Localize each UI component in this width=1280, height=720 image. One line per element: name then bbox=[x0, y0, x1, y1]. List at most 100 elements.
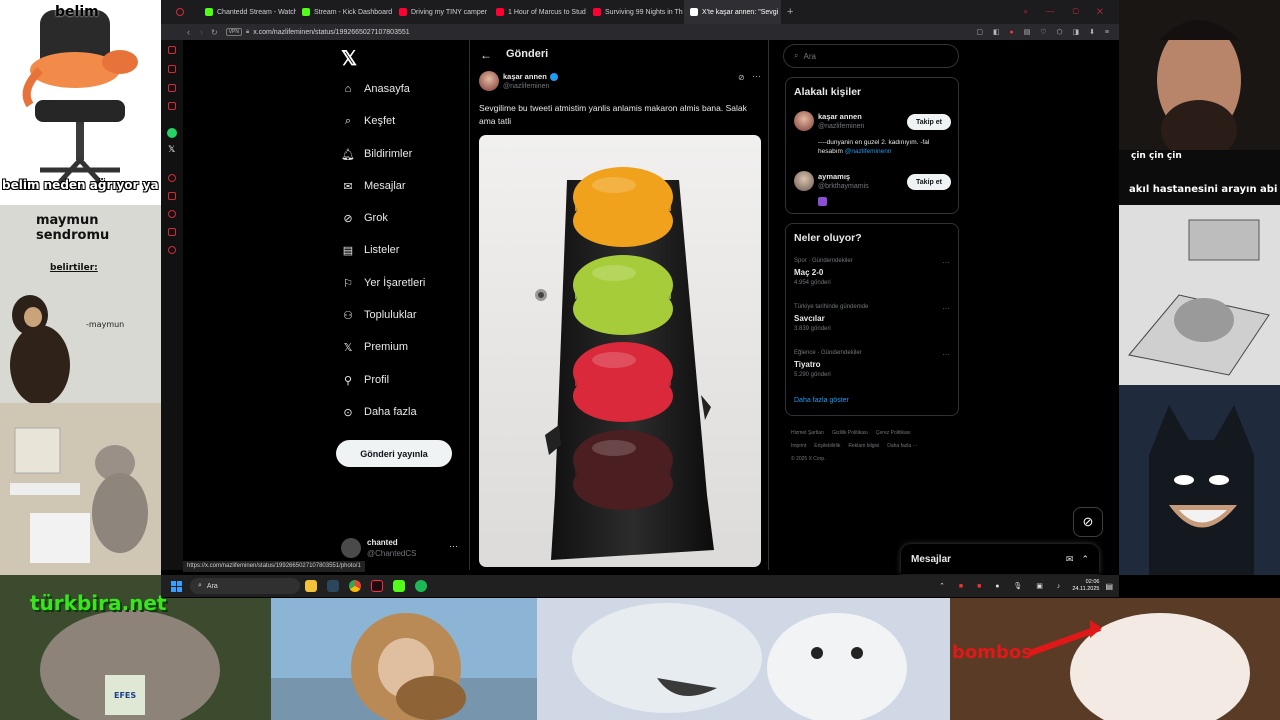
footer-link[interactable]: Gizlilik Politikası bbox=[832, 430, 868, 436]
system-tray-icons[interactable]: ⌃ ■ ■ ● 🎙︎ ▣ ♪ bbox=[939, 582, 1066, 590]
grok-icon: ⊘ bbox=[343, 212, 353, 225]
nav-item-grok[interactable]: ⊘ Grok bbox=[341, 211, 388, 225]
batman-smile-meme bbox=[1119, 385, 1280, 575]
nav-item-bookmark[interactable]: ⚐ Yer İşaretleri bbox=[341, 276, 425, 290]
nav-item-list[interactable]: ▤ Listeler bbox=[341, 243, 400, 257]
vpn-badge[interactable]: VPN bbox=[225, 28, 242, 36]
sidebar-shortcut-icon[interactable] bbox=[168, 65, 176, 73]
sidebar-shortcut-icon[interactable] bbox=[168, 210, 176, 218]
nav-item-mail[interactable]: ✉ Mesajlar bbox=[341, 179, 405, 193]
nav-item-home[interactable]: ⌂ Anasayfa bbox=[341, 82, 410, 96]
sidebar-shortcut-icon[interactable] bbox=[168, 228, 176, 236]
grok-floating-button[interactable]: ⊘ bbox=[1073, 507, 1103, 537]
footer-link[interactable]: Çerez Politikası bbox=[876, 430, 911, 436]
whatsapp-icon[interactable] bbox=[167, 128, 177, 138]
spotify-icon[interactable] bbox=[415, 580, 427, 592]
person-bio: ----dunyanin en guzel 2. kadınıyım. -fal… bbox=[818, 138, 953, 156]
trend-more-icon[interactable]: ··· bbox=[942, 350, 950, 359]
follow-button[interactable]: Takip et bbox=[907, 114, 951, 130]
trend-name: Maç 2-0 bbox=[794, 268, 824, 277]
home-icon: ⌂ bbox=[344, 83, 352, 95]
show-more-link[interactable]: Daha fazla göster bbox=[794, 397, 849, 404]
browser-tab[interactable]: X'te kaşar annen: "Sevgi bbox=[684, 0, 781, 24]
sidebar-shortcut-icon[interactable] bbox=[168, 102, 176, 110]
window-controls[interactable]: ⌕ — ▢ ✕ bbox=[1024, 7, 1111, 17]
verified-badge-icon bbox=[549, 72, 558, 81]
sidebar-shortcut-icon[interactable] bbox=[168, 174, 176, 182]
person-bio-link[interactable]: @nazlifeminenn bbox=[845, 148, 892, 155]
trend-count: 5.290 gönderi bbox=[794, 372, 831, 378]
notification-icon[interactable]: ▤ bbox=[1105, 582, 1113, 591]
search-icon: ⌕ bbox=[794, 51, 799, 60]
post-button[interactable]: Gönderi yayınla bbox=[336, 440, 452, 467]
opera-gx-icon[interactable] bbox=[371, 580, 383, 592]
browser-tab[interactable]: 1 Hour of Marcus to Stud bbox=[490, 0, 587, 24]
footer-link[interactable]: Reklam bilgisi bbox=[848, 443, 879, 449]
trend-more-icon[interactable]: ··· bbox=[942, 258, 950, 267]
new-message-icon[interactable]: ✉ bbox=[1066, 554, 1074, 565]
tab-favicon-icon bbox=[205, 8, 213, 16]
browser-tab[interactable]: Chantedd Stream - Watch bbox=[199, 0, 296, 24]
messages-drawer[interactable]: Mesajlar ✉ ⌃ bbox=[901, 544, 1099, 574]
post-text: Sevgilime bu tweeti atmistim yanlis anla… bbox=[479, 103, 747, 126]
trend-count: 3.839 gönderi bbox=[794, 326, 831, 332]
steam-icon[interactable] bbox=[327, 580, 339, 592]
thinking-monkey-illustration bbox=[271, 613, 537, 720]
nav-item-more-circle[interactable]: ⊙ Daha fazla bbox=[341, 405, 416, 419]
sidebar-shortcut-icon[interactable] bbox=[168, 246, 176, 254]
new-tab-icon[interactable]: + bbox=[787, 6, 793, 18]
expand-icon[interactable]: ⌃ bbox=[1081, 554, 1089, 565]
back-icon[interactable]: ‹ bbox=[187, 27, 190, 37]
reload-icon[interactable]: ↻ bbox=[211, 28, 218, 37]
browser-menu-icon[interactable] bbox=[161, 0, 199, 24]
nav-item-bell[interactable]: 🔔︎ Bildirimler bbox=[341, 147, 412, 161]
forward-icon[interactable]: › bbox=[200, 27, 203, 37]
x-logo-icon[interactable]: 𝕏 bbox=[341, 46, 357, 71]
monkey-syndrome-meme: maymun sendromu belirtiler: -maymun bbox=[0, 205, 161, 403]
post-more-icon[interactable]: ··· bbox=[752, 71, 761, 81]
clock[interactable]: 02:06 24.11.2025 bbox=[1072, 579, 1099, 593]
footer-link[interactable]: Daha fazla ··· bbox=[887, 443, 917, 449]
shrimp-chair-meme: belim belim neden ağrıyor ya bbox=[0, 0, 161, 205]
url-field[interactable]: x.com/nazlifeminen/status/19926650271078… bbox=[253, 29, 409, 36]
tab-favicon-icon bbox=[690, 8, 698, 16]
sidebar-shortcut-icon[interactable] bbox=[168, 46, 176, 54]
extension-icons[interactable]: ▢ ◧ ● ▤ ♡ ⬡ ◨ ⬇ ≡ bbox=[976, 28, 1113, 36]
avatar[interactable] bbox=[794, 171, 814, 191]
nav-item-search[interactable]: ⌕ Keşfet bbox=[341, 114, 395, 128]
account-switcher[interactable]: chanted @ChantedCS ··· bbox=[341, 536, 461, 560]
browser-sidebar: 𝕏 bbox=[161, 40, 183, 570]
author-avatar[interactable] bbox=[479, 71, 499, 91]
avatar[interactable] bbox=[794, 111, 814, 131]
taskbar-search[interactable]: ⌕ Ara bbox=[190, 578, 300, 594]
follow-button[interactable]: Takip et bbox=[907, 174, 951, 190]
footer-link[interactable]: Hizmet Şartları bbox=[791, 430, 824, 436]
nav-item-communities[interactable]: ⚇ Topluluklar bbox=[341, 308, 417, 322]
nav-item-profile[interactable]: ⚲ Profil bbox=[341, 373, 389, 387]
trend-more-icon[interactable]: ··· bbox=[942, 304, 950, 313]
kick-icon[interactable] bbox=[393, 580, 405, 592]
sidebar-shortcut-icon[interactable] bbox=[168, 84, 176, 92]
windows-start-icon[interactable] bbox=[171, 580, 182, 592]
nav-item-label: Grok bbox=[364, 212, 388, 224]
back-arrow-icon[interactable]: ← bbox=[480, 48, 492, 62]
more-dots-icon[interactable]: ··· bbox=[449, 541, 458, 551]
mail-icon: ✉ bbox=[343, 180, 353, 193]
browser-tab[interactable]: Stream - Kick Dashboard bbox=[296, 0, 393, 24]
kitten-text: bombos bbox=[952, 642, 1032, 663]
chrome-icon[interactable] bbox=[349, 580, 361, 592]
account-name: chanted bbox=[367, 538, 398, 547]
author-name[interactable]: kaşar annen bbox=[503, 72, 558, 81]
grok-post-icon[interactable]: ⊘ bbox=[738, 73, 745, 82]
browser-tab[interactable]: Surviving 99 Nights in Th bbox=[587, 0, 684, 24]
lion-cat-meme bbox=[537, 598, 950, 720]
right-search-input[interactable]: ⌕ Ara bbox=[783, 44, 959, 68]
browser-tab[interactable]: Driving my TINY camper bbox=[393, 0, 490, 24]
x-sidebar-icon[interactable]: 𝕏 bbox=[168, 144, 175, 155]
nav-item-x-logo[interactable]: 𝕏 Premium bbox=[341, 340, 408, 354]
footer-link[interactable]: Erişilebilirlik bbox=[814, 443, 840, 449]
sidebar-shortcut-icon[interactable] bbox=[168, 192, 176, 200]
footer-link[interactable]: Imprint bbox=[791, 443, 806, 449]
post-image[interactable] bbox=[479, 135, 761, 567]
file-explorer-icon[interactable] bbox=[305, 580, 317, 592]
